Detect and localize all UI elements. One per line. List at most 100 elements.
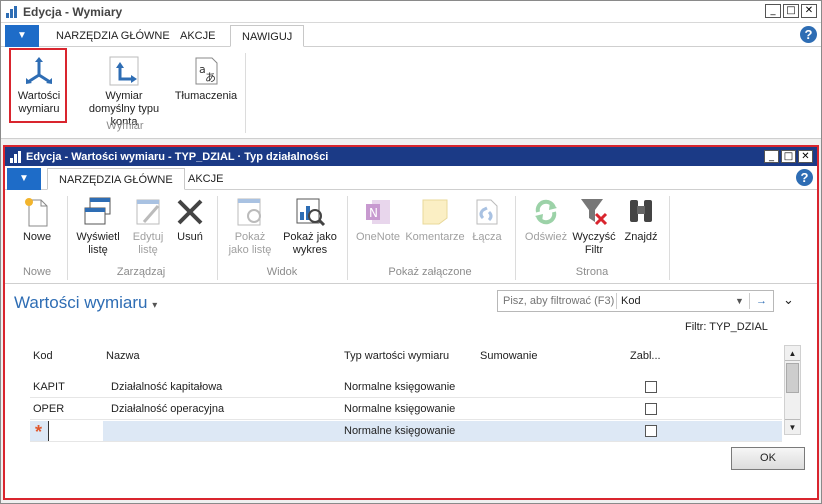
find-button[interactable]: Znajdź [619, 196, 663, 244]
edit-list-label2: listę [138, 244, 158, 256]
cell-code[interactable]: OPER [33, 403, 64, 415]
show-as-chart-button[interactable]: Pokaż jako wykres [279, 196, 341, 257]
clear-filter-button[interactable]: Wyczyść Filtr [569, 196, 619, 257]
collapse-chevron-icon[interactable]: ⌄ [783, 292, 794, 308]
column-header-name[interactable]: Nazwa [106, 350, 140, 362]
onenote-button[interactable]: N OneNote [353, 196, 403, 244]
group-separator [515, 196, 516, 280]
tab-navigate[interactable]: NAWIGUJ [230, 25, 305, 47]
delete-x-icon [174, 196, 206, 228]
chevron-down-icon[interactable]: ▼ [735, 296, 749, 306]
blocked-checkbox[interactable] [645, 381, 657, 393]
column-header-type[interactable]: Typ wartości wymiaru [344, 350, 449, 362]
blocked-checkbox[interactable] [645, 403, 657, 415]
comments-button[interactable]: Komentarze [403, 196, 467, 244]
show-list-label2: listę [88, 244, 108, 256]
group-label-new: Nowe [22, 266, 52, 278]
help-icon[interactable]: ? [800, 26, 817, 43]
scroll-up-icon[interactable]: ▲ [785, 346, 800, 361]
default-dimension-button[interactable]: Wymiar domyślny typu konta [75, 55, 173, 129]
list-icon [234, 196, 266, 228]
cell-code[interactable]: KAPIT [33, 381, 65, 393]
code-input-cell[interactable] [48, 421, 103, 441]
list-icon [82, 196, 114, 228]
new-label: Nowe [22, 231, 52, 243]
cell-name[interactable]: Działalność operacyjna [111, 403, 224, 415]
cell-name[interactable]: Działalność kapitałowa [111, 381, 222, 393]
group-label-page: Strona [575, 266, 609, 278]
scroll-down-icon[interactable]: ▼ [785, 419, 800, 434]
filter-search-box: Kod ▼ → [497, 290, 774, 312]
link-icon [471, 196, 503, 228]
table-row[interactable]: KAPIT Działalność kapitałowa Normalne ks… [30, 377, 782, 398]
binoculars-icon [625, 196, 657, 228]
links-label: Łącza [472, 231, 502, 243]
svg-text:あ: あ [205, 71, 216, 84]
note-icon [419, 196, 451, 228]
find-label: Znajdź [624, 231, 658, 243]
edit-list-button[interactable]: Edytuj listę [127, 196, 169, 257]
blocked-checkbox[interactable] [645, 425, 657, 437]
refresh-icon [530, 196, 562, 228]
refresh-button[interactable]: Odśwież [521, 196, 571, 244]
tab-actions[interactable]: AKCJE [169, 25, 226, 47]
close-button[interactable]: ✕ [801, 4, 817, 18]
page-title[interactable]: Wartości wymiaru ▾ [14, 293, 157, 313]
group-label-view: Widok [266, 266, 298, 278]
edit-list-label1: Edytuj [132, 231, 164, 243]
group-label-attached: Pokaż załączone [388, 266, 472, 278]
translations-button[interactable]: aあ Tłumaczenia [173, 55, 239, 103]
table-row[interactable]: OPER Działalność operacyjna Normalne ksi… [30, 399, 782, 420]
help-icon[interactable]: ? [796, 169, 813, 186]
column-header-blocked[interactable]: Zabl... [630, 350, 661, 362]
tab-home[interactable]: NARZĘDZIA GŁÓWNE [47, 168, 185, 190]
show-as-list-label1: Pokaż [234, 231, 266, 243]
onenote-icon: N [362, 196, 394, 228]
filter-field-select[interactable]: Kod [617, 295, 735, 307]
ok-button[interactable]: OK [731, 447, 805, 470]
default-dimension-label1: Wymiar [105, 90, 143, 102]
file-menu-button[interactable]: ▼ [7, 168, 41, 190]
show-as-chart-label2: wykres [292, 244, 328, 256]
translations-label: Tłumaczenia [174, 90, 238, 102]
delete-button[interactable]: Usuń [171, 196, 209, 244]
arrow-right-icon[interactable]: → [750, 295, 767, 307]
group-separator [245, 53, 246, 133]
table-row-new[interactable]: * Normalne księgowanie [30, 421, 782, 442]
inner-titlebar: Edycja - Wartości wymiaru - TYP_DZIAL · … [5, 147, 817, 166]
clear-filter-label1: Wyczyść [572, 231, 616, 243]
clear-filter-icon [578, 196, 610, 228]
links-button[interactable]: Łącza [467, 196, 507, 244]
tab-home[interactable]: NARZĘDZIA GŁÓWNE [45, 25, 181, 47]
maximize-button[interactable]: □ [781, 150, 796, 163]
close-button[interactable]: ✕ [798, 150, 813, 163]
group-label-manage: Zarządzaj [116, 266, 166, 278]
edit-list-icon [132, 196, 164, 228]
show-list-button[interactable]: Wyświetl listę [71, 196, 125, 257]
app-icon [9, 150, 23, 164]
delete-label: Usuń [177, 231, 203, 243]
minimize-button[interactable]: _ [765, 4, 781, 18]
minimize-button[interactable]: _ [764, 150, 779, 163]
new-button[interactable]: Nowe [11, 196, 63, 244]
column-header-total[interactable]: Sumowanie [480, 350, 537, 362]
cell-type[interactable]: Normalne księgowanie [344, 381, 455, 393]
column-header-code[interactable]: Kod [33, 350, 53, 362]
scroll-thumb[interactable] [786, 363, 799, 393]
chevron-down-icon[interactable]: ▾ [152, 300, 157, 311]
search-input[interactable] [498, 295, 616, 307]
cell-type[interactable]: Normalne księgowanie [344, 403, 455, 415]
clear-filter-label2: Filtr [584, 244, 604, 256]
vertical-scrollbar[interactable]: ▲ ▼ [784, 345, 801, 435]
tab-actions[interactable]: AKCJE [177, 168, 234, 190]
cell-type[interactable]: Normalne księgowanie [344, 425, 455, 437]
show-as-list-button[interactable]: Pokaż jako listę [223, 196, 277, 257]
translate-icon: aあ [190, 55, 222, 87]
outer-titlebar: Edycja - Wymiary _ □ ✕ [1, 1, 821, 23]
maximize-button[interactable]: □ [783, 4, 799, 18]
outer-tab-row: ▼ NARZĘDZIA GŁÓWNE AKCJE NAWIGUJ ? [1, 23, 821, 47]
onenote-label: OneNote [355, 231, 401, 243]
refresh-label: Odśwież [524, 231, 568, 243]
show-list-label1: Wyświetl [76, 231, 120, 243]
file-menu-button[interactable]: ▼ [5, 25, 39, 47]
